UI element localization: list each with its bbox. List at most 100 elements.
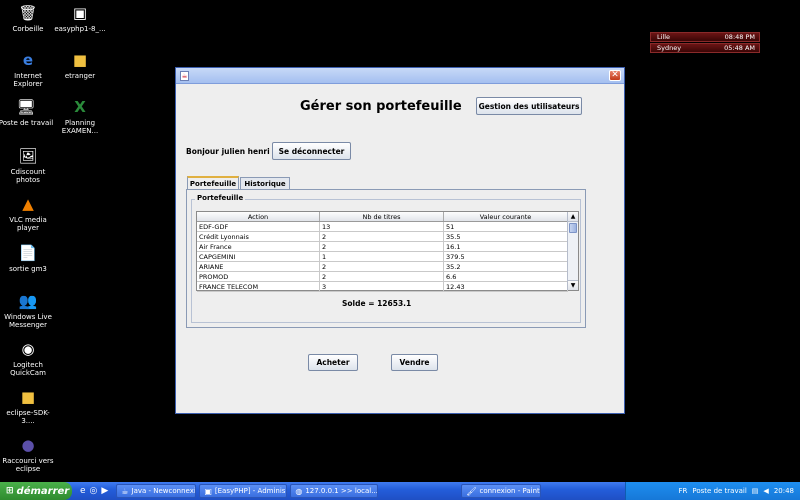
clock-gadget: Lille 08:48 PM Sydney 05:48 AM: [650, 32, 760, 54]
clock-row: Lille 08:48 PM: [650, 32, 760, 42]
photo-icon: 🖼: [18, 147, 38, 165]
cell-action: CAPGEMINI: [197, 252, 320, 261]
logout-button[interactable]: Se déconnecter: [272, 142, 351, 160]
cell-nb-titres: 1: [320, 252, 444, 261]
window-titlebar[interactable]: ☕ ✕: [176, 68, 624, 84]
cell-nb-titres: 3: [320, 282, 444, 291]
webcam-icon: ◉: [21, 340, 35, 358]
scroll-thumb[interactable]: [569, 223, 577, 233]
tab-panel: Portefeuille Action Nb de titres Valeur …: [186, 189, 586, 328]
table-row[interactable]: PROMOD 2 6.6: [197, 272, 568, 282]
column-header-nb-titres[interactable]: Nb de titres: [320, 212, 444, 221]
table-row[interactable]: Air France 2 16.1: [197, 242, 568, 252]
column-header-action[interactable]: Action: [197, 212, 320, 221]
taskbar: ⊞ démarrer e ◎ ▶ ☕ Java - Newconnexi... …: [0, 482, 800, 500]
desktop-icon-logitech-quickcam[interactable]: ◉ Logitech QuickCam: [0, 339, 56, 378]
easyphp-task-icon: ▣: [204, 486, 212, 496]
quick-launch: e ◎ ▶: [72, 486, 116, 496]
cell-nb-titres: 2: [320, 242, 444, 251]
cell-nb-titres: 2: [320, 262, 444, 271]
cell-action: ARIANE: [197, 262, 320, 271]
volume-icon[interactable]: ◀: [763, 487, 768, 495]
desktop-icon-planning-examen[interactable]: X Planning EXAMEN...: [52, 97, 108, 136]
scroll-down-arrow-icon[interactable]: ▼: [568, 280, 578, 290]
balance-label: Solde = 12653.1: [342, 299, 412, 308]
portfolio-table: Action Nb de titres Valeur courante EDF-…: [196, 211, 579, 292]
column-header-valeur[interactable]: Valeur courante: [444, 212, 568, 221]
cell-nb-titres: 13: [320, 222, 444, 231]
table-body: EDF-GDF 13 51 Crédit Lyonnais 2 35.5 Air…: [197, 222, 568, 292]
windows-logo-icon: ⊞: [6, 486, 14, 496]
network-icon[interactable]: ▤: [752, 487, 759, 495]
taskbar-task-paint[interactable]: 🖌 connexion - Paint: [461, 484, 542, 498]
language-indicator[interactable]: FR: [679, 487, 688, 495]
start-button[interactable]: ⊞ démarrer: [0, 482, 72, 500]
sell-button[interactable]: Vendre: [391, 354, 438, 371]
installer-icon: ▣: [72, 4, 88, 22]
table-header: Action Nb de titres Valeur courante: [197, 212, 568, 222]
table-row[interactable]: CAPGEMINI 1 379.5: [197, 252, 568, 262]
close-button[interactable]: ✕: [609, 70, 621, 81]
desktop-icon-sortie-gm3[interactable]: 📄 sortie gm3: [0, 243, 56, 274]
cell-action: EDF-GDF: [197, 222, 320, 231]
file-icon: 📄: [18, 244, 38, 262]
scroll-up-arrow-icon[interactable]: ▲: [568, 212, 578, 222]
table-row[interactable]: FRANCE TELECOM 3 12.43: [197, 282, 568, 292]
greeting-label: Bonjour julien henri: [186, 147, 270, 156]
clock[interactable]: 20:48: [774, 487, 794, 495]
clock-city: Lille: [657, 33, 671, 41]
desktop-icon-vlc[interactable]: ▲ VLC media player: [0, 194, 56, 233]
portfolio-group: Portefeuille Action Nb de titres Valeur …: [191, 194, 581, 323]
excel-icon: X: [74, 98, 86, 116]
taskbar-task-easyphp[interactable]: ▣ [EasyPHP] - Adminis...: [199, 484, 288, 498]
table-row[interactable]: EDF-GDF 13 51: [197, 222, 568, 232]
cell-valeur: 379.5: [444, 252, 568, 261]
cell-action: Crédit Lyonnais: [197, 232, 320, 241]
computer-icon: 🖥: [16, 98, 36, 116]
clock-row: Sydney 05:48 AM: [650, 43, 760, 53]
system-tray: FR Poste de travail ▤ ◀ 20:48: [625, 482, 800, 500]
desktop-icon-eclipse-sdk[interactable]: ■ eclipse-SDK-3....: [0, 387, 56, 426]
messenger-quicklaunch-icon[interactable]: ◎: [90, 486, 98, 496]
media-quicklaunch-icon[interactable]: ▶: [101, 486, 108, 496]
eclipse-icon: ●: [21, 436, 35, 454]
java-icon: ☕: [180, 71, 189, 81]
cell-valeur: 35.5: [444, 232, 568, 241]
cell-valeur: 12.43: [444, 282, 568, 291]
clock-time: 08:48 PM: [724, 33, 755, 41]
desktop-icon-windows-live-messenger[interactable]: 👥 Windows Live Messenger: [0, 291, 56, 330]
desktop-icon-cdiscount-photos[interactable]: 🖼 Cdiscount photos: [0, 146, 56, 185]
desktop: 🗑 Corbeille e Internet Explorer 🖥 Poste …: [0, 0, 800, 482]
close-icon: ✕: [611, 70, 619, 80]
clock-city: Sydney: [657, 44, 682, 52]
desktop-icon-poste-de-travail[interactable]: 🖥 Poste de travail: [0, 97, 54, 128]
table-row[interactable]: ARIANE 2 35.2: [197, 262, 568, 272]
manage-users-button[interactable]: Gestion des utilisateurs: [476, 97, 582, 115]
tray-toolbar-label[interactable]: Poste de travail: [692, 487, 746, 495]
ie-icon: e: [22, 51, 34, 69]
desktop-icon-corbeille[interactable]: 🗑 Corbeille: [0, 3, 56, 34]
java-task-icon: ☕: [121, 486, 129, 496]
desktop-icon-raccourci-eclipse[interactable]: ● Raccourci vers eclipse: [0, 435, 56, 474]
table-scrollbar[interactable]: ▲ ▼: [567, 212, 578, 290]
cell-valeur: 51: [444, 222, 568, 231]
desktop-icon-etranger[interactable]: ■ etranger: [52, 50, 108, 81]
ie-quicklaunch-icon[interactable]: e: [80, 486, 86, 496]
buy-button[interactable]: Acheter: [308, 354, 358, 371]
folder-icon: ■: [72, 51, 88, 69]
clock-time: 05:48 AM: [724, 44, 755, 52]
taskbar-task-java[interactable]: ☕ Java - Newconnexi...: [116, 484, 197, 498]
table-row[interactable]: Crédit Lyonnais 2 35.5: [197, 232, 568, 242]
cell-action: Air France: [197, 242, 320, 251]
cell-action: PROMOD: [197, 272, 320, 281]
desktop-icon-internet-explorer[interactable]: e Internet Explorer: [0, 50, 56, 89]
taskbar-task-browser[interactable]: ◍ 127.0.0.1 >> local...: [290, 484, 379, 498]
tab-portefeuille[interactable]: Portefeuille: [187, 176, 239, 189]
start-label: démarrer: [16, 485, 70, 497]
tab-historique[interactable]: Historique: [240, 177, 290, 189]
cell-nb-titres: 2: [320, 232, 444, 241]
cell-valeur: 6.6: [444, 272, 568, 281]
vlc-icon: ▲: [22, 195, 34, 213]
cell-valeur: 35.2: [444, 262, 568, 271]
desktop-icon-easyphp[interactable]: ▣ easyphp1-8_...: [52, 3, 108, 34]
